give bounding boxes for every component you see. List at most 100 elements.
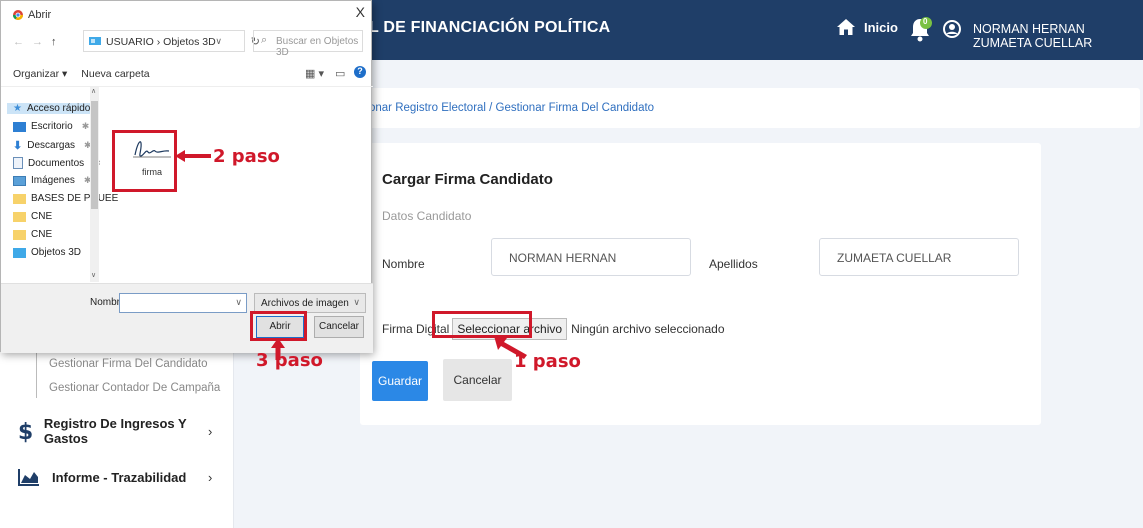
objects3d-icon — [89, 37, 101, 45]
nav-item-imagenes[interactable]: Imágenes ✱ — [13, 175, 91, 186]
chrome-icon — [13, 10, 23, 20]
address-bar[interactable]: USUARIO › Objetos 3D ∨ ↻ — [83, 30, 260, 52]
dialog-title: Abrir — [13, 9, 51, 21]
svg-text:$: $ — [18, 420, 32, 443]
document-icon — [13, 157, 23, 169]
download-icon: ⬇ — [13, 140, 23, 152]
search-icon: ⌕ — [261, 34, 268, 46]
home-link[interactable]: Inicio — [836, 18, 898, 36]
form-card: Cargar Firma Candidato Datos Candidato N… — [360, 143, 1041, 425]
dialog-nav-buttons: ← → ↑ — [13, 36, 57, 48]
dialog-cancel-button[interactable]: Cancelar — [314, 316, 364, 338]
sidebar-item-label: Registro De Ingresos Y Gastos — [43, 416, 187, 446]
annotation-box-file-thumb — [112, 130, 177, 192]
breadcrumb-links[interactable]: onar Registro Electoral / Gestionar Firm… — [369, 102, 654, 114]
close-icon[interactable]: X — [356, 4, 365, 20]
apellidos-label: Apellidos — [709, 257, 758, 271]
help-icon[interactable]: ? — [354, 66, 366, 78]
sidebar-item-ingresos-gastos[interactable]: $ Registro De Ingresos Y Gastos › — [18, 416, 233, 446]
search-placeholder: Buscar en Objetos 3D — [276, 36, 359, 58]
form-title: Cargar Firma Candidato — [382, 171, 553, 188]
nav-item-documentos[interactable]: Documentos✱ — [13, 157, 101, 169]
folder-icon — [13, 211, 26, 222]
forward-arrow-icon[interactable]: → — [32, 36, 43, 48]
file-type-value: Archivos de imagen — [261, 298, 349, 309]
sidebar-item-label: Informe - Trazabilidad — [52, 469, 187, 485]
up-arrow-icon[interactable]: ↑ — [51, 36, 57, 48]
dollar-icon: $ — [18, 420, 32, 443]
file-status: Ningún archivo seleccionado — [571, 322, 725, 336]
user-icon[interactable] — [943, 20, 961, 38]
nav-item-label: Descargas — [27, 140, 76, 151]
scroll-down-icon[interactable]: ∨ — [91, 271, 96, 279]
star-icon: ★ — [13, 103, 22, 114]
scrollbar-thumb[interactable] — [91, 101, 98, 209]
home-icon — [837, 19, 855, 35]
back-arrow-icon[interactable]: ← — [13, 36, 24, 48]
nav-item-acceso-rapido[interactable]: ★ Acceso rápido — [7, 103, 95, 114]
chevron-right-icon: › — [208, 423, 213, 439]
desktop-icon — [13, 121, 26, 132]
dialog-toolbar: Organizar ▾ Nueva carpeta — [13, 68, 150, 80]
chevron-down-icon[interactable]: ∨ — [215, 36, 222, 47]
username[interactable]: NORMAN HERNAN ZUMAETA CUELLAR — [973, 22, 1143, 50]
dialog-footer: Nombre: ∨ Archivos de imagen ∨ Abrir Can… — [1, 283, 373, 353]
chevron-down-icon: ∨ — [353, 297, 360, 307]
nav-item-label: CNE — [31, 211, 53, 222]
sidebar-item-informe[interactable]: Informe - Trazabilidad › — [18, 468, 212, 486]
address-path: USUARIO › Objetos 3D — [106, 36, 216, 48]
nav-item-cne[interactable]: CNE — [13, 211, 52, 222]
nav-item-label: Imágenes — [31, 175, 75, 186]
chevron-right-icon: › — [208, 469, 213, 485]
annotation-arrow-step2 — [175, 150, 211, 162]
annotation-step3: 3 paso — [256, 350, 323, 371]
breadcrumb: onar Registro Electoral / Gestionar Firm… — [358, 88, 1140, 128]
apellidos-field[interactable]: ZUMAETA CUELLAR — [819, 238, 1019, 276]
file-type-select[interactable]: Archivos de imagen ∨ — [254, 293, 366, 313]
scroll-up-icon[interactable]: ∧ — [91, 87, 96, 95]
nav-item-bases-prueba[interactable]: BASES DE PRUEE — [13, 193, 118, 204]
sidebar-subitem-firma[interactable]: Gestionar Firma Del Candidato — [49, 358, 208, 370]
nav-scrollbar[interactable]: ∧ ∨ — [90, 87, 99, 282]
annotation-box-open-button — [250, 311, 307, 341]
objects3d-icon — [13, 247, 26, 258]
notifications-button[interactable]: 0 — [907, 14, 935, 44]
nav-item-escritorio[interactable]: Escritorio ✱ — [13, 121, 89, 132]
organize-menu[interactable]: Organizar ▾ — [13, 68, 67, 80]
image-icon — [13, 175, 26, 186]
preview-pane-icon[interactable]: ▭ — [335, 67, 345, 80]
nav-item-label: Documentos — [28, 157, 85, 169]
chevron-down-icon[interactable]: ∨ — [235, 297, 242, 308]
nav-item-label: CNE — [31, 229, 53, 240]
open-file-dialog: Abrir X ← → ↑ USUARIO › Objetos 3D ∨ ↻ ⌕… — [0, 0, 373, 353]
folder-icon — [13, 193, 26, 204]
sidebar-subitem-contador[interactable]: Gestionar Contador De Campaña — [49, 382, 220, 394]
annotation-step2: 2 paso — [213, 146, 280, 167]
nav-item-label: Acceso rápido — [26, 103, 91, 114]
home-label: Inicio — [864, 19, 898, 35]
notification-count: 0 — [923, 17, 928, 26]
annotation-box-select-file — [432, 311, 532, 338]
save-button[interactable]: Guardar — [372, 361, 428, 401]
bell-icon — [911, 17, 932, 42]
nav-item-objetos-3d[interactable]: Objetos 3D — [13, 247, 81, 258]
cancel-button[interactable]: Cancelar — [443, 359, 512, 401]
nav-item-label: Escritorio — [31, 121, 73, 132]
nav-item-cne-2[interactable]: CNE — [13, 229, 52, 240]
nav-item-label: Objetos 3D — [31, 247, 82, 258]
nombre-label: Nombre — [382, 257, 425, 271]
chart-area-icon — [18, 469, 39, 486]
form-subtitle: Datos Candidato — [382, 209, 472, 223]
nav-item-descargas[interactable]: ⬇ Descargas ✱ — [13, 139, 92, 152]
pin-icon: ✱ — [81, 121, 90, 131]
folder-icon — [13, 229, 26, 240]
dialog-title-text: Abrir — [28, 9, 52, 21]
nombre-field[interactable]: NORMAN HERNAN — [491, 238, 691, 276]
annotation-step1: 1 paso — [514, 351, 581, 372]
new-folder-button[interactable]: Nueva carpeta — [81, 68, 149, 80]
page-title: L DE FINANCIACIÓN POLÍTICA — [369, 19, 611, 36]
navigation-pane: ★ Acceso rápido Escritorio ✱ ⬇ Descargas ✱… — [7, 93, 118, 283]
view-options-icon[interactable]: ▦ ▾ — [305, 67, 324, 80]
search-input[interactable]: ⌕ Buscar en Objetos 3D — [253, 30, 363, 58]
file-name-input[interactable]: ∨ — [119, 293, 247, 313]
